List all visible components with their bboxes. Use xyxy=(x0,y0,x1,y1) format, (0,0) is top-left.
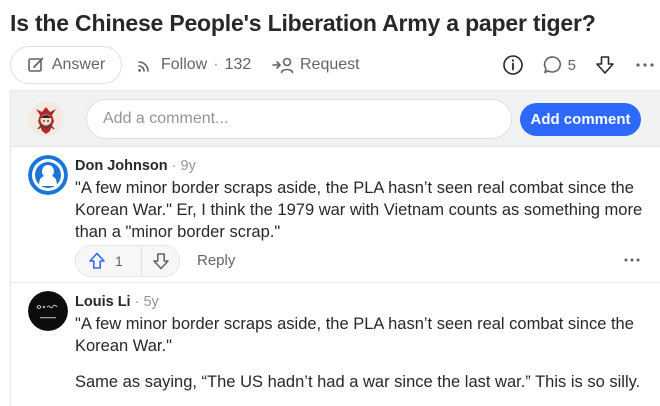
follow-button[interactable]: Follow · 132 xyxy=(135,46,251,84)
follow-label: Follow xyxy=(161,56,208,73)
current-user-avatar[interactable] xyxy=(28,101,64,137)
avatar[interactable] xyxy=(28,291,68,331)
add-comment-row: Add comment xyxy=(11,91,660,147)
pencil-icon xyxy=(27,56,45,74)
avatar[interactable] xyxy=(28,155,68,195)
answer-label: Answer xyxy=(51,56,106,73)
more-dots-icon[interactable] xyxy=(634,54,656,76)
comment-paragraph: Same as saying, “The US hadn’t had a war… xyxy=(75,373,641,391)
follow-signal-icon xyxy=(135,56,155,74)
right-actions: 5 xyxy=(502,46,656,84)
comment-body: "A few minor border scraps aside, the PL… xyxy=(75,177,645,243)
comment-header: Don Johnson · 9y xyxy=(75,158,196,174)
request-button[interactable]: Request xyxy=(272,46,360,84)
upvote-button[interactable]: 1 xyxy=(76,246,142,276)
comment-input[interactable] xyxy=(86,99,512,139)
comment-item: Louis Li · 5y "A few minor border scraps… xyxy=(11,283,660,406)
comment-bubble-icon[interactable] xyxy=(542,54,564,76)
downvote-arrow-icon xyxy=(152,252,170,270)
comment-body: "A few minor border scraps aside, the PL… xyxy=(75,313,645,393)
comment-author[interactable]: Louis Li xyxy=(75,294,131,310)
comment-header: Louis Li · 5y xyxy=(75,294,159,310)
comments-section: Add comment Don Johnson · 9y "A few mino… xyxy=(10,90,660,406)
comment-author[interactable]: Don Johnson xyxy=(75,158,168,174)
request-person-icon xyxy=(272,56,294,74)
question-title[interactable]: Is the Chinese People's Liberation Army … xyxy=(10,10,596,37)
downvote-button[interactable] xyxy=(142,246,179,276)
comment-paragraph: "A few minor border scraps aside, the PL… xyxy=(75,315,634,355)
upvote-arrow-icon xyxy=(88,252,106,270)
reply-button[interactable]: Reply xyxy=(197,252,235,269)
add-comment-button[interactable]: Add comment xyxy=(520,103,641,136)
request-label: Request xyxy=(300,56,360,73)
comment-paragraph: "A few minor border scraps aside, the PL… xyxy=(75,179,643,241)
comment-time: · 5y xyxy=(130,294,159,310)
comment-item: Don Johnson · 9y "A few minor border scr… xyxy=(11,147,660,283)
page: Is the Chinese People's Liberation Army … xyxy=(0,0,660,406)
comment-time: · 9y xyxy=(167,158,196,174)
downvote-arrow-icon[interactable] xyxy=(594,54,616,76)
question-actions: Answer Follow · 132 Request 5 xyxy=(10,46,660,84)
follow-count: 132 xyxy=(224,56,252,73)
answer-button[interactable]: Answer xyxy=(10,46,122,84)
follow-separator: · xyxy=(213,56,219,73)
vote-bar: 1 xyxy=(75,245,180,277)
info-icon[interactable] xyxy=(502,54,524,76)
more-dots-icon[interactable] xyxy=(621,251,643,269)
comment-count[interactable]: 5 xyxy=(568,57,576,74)
upvote-count: 1 xyxy=(115,253,123,269)
